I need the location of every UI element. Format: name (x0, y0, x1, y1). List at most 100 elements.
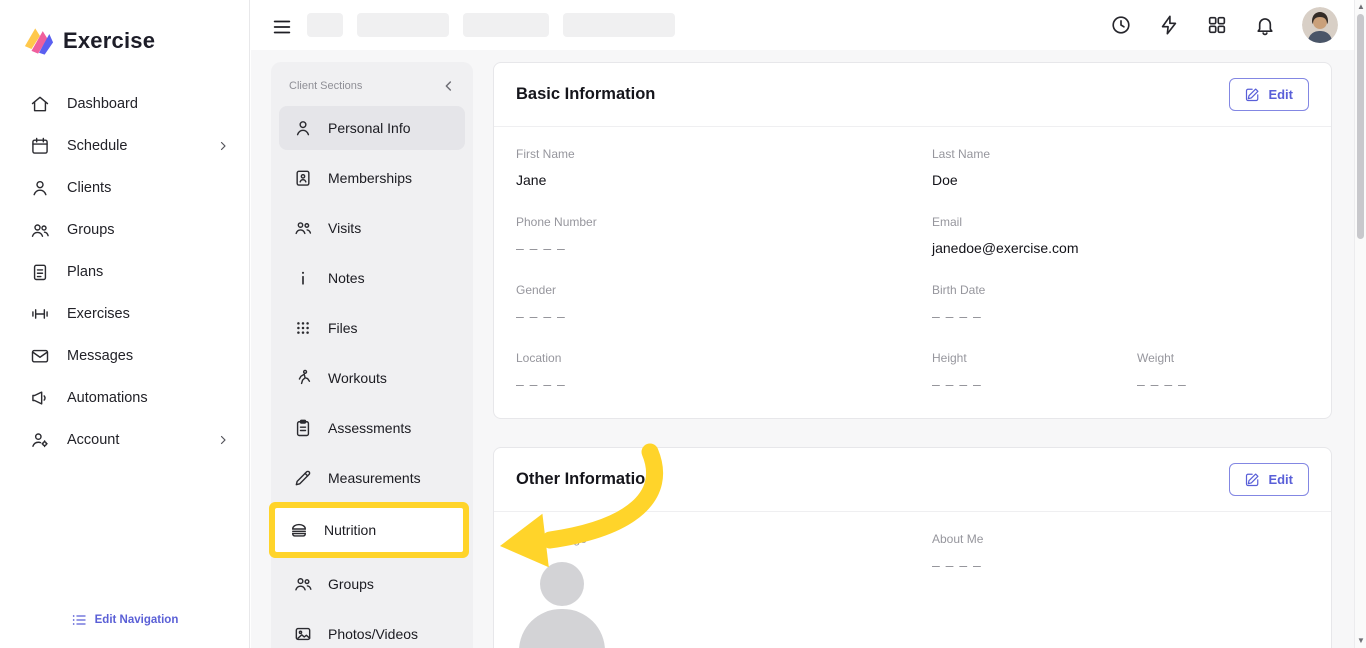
sidebar-item-messages[interactable]: Messages (0, 335, 249, 377)
section-item-nutrition[interactable]: Nutrition (275, 508, 463, 552)
edit-pencil-icon (1245, 87, 1260, 102)
other-information-card: Other Information Edit Profile Image Abo… (493, 447, 1332, 648)
chevron-left-icon (445, 81, 452, 91)
info-icon (293, 268, 313, 288)
card-title: Other Information (516, 470, 656, 488)
field-value: – – – – (932, 557, 982, 573)
section-item-measurements[interactable]: Measurements (279, 456, 465, 500)
skeleton-placeholder (307, 13, 343, 37)
sidebar-item-exercises[interactable]: Exercises (0, 293, 249, 335)
section-item-label: Groups (328, 576, 374, 592)
section-item-assessments[interactable]: Assessments (279, 406, 465, 450)
sidebar-item-label: Messages (67, 348, 134, 364)
sidebar-item-account[interactable]: Account (0, 419, 249, 461)
field-label: First Name (516, 147, 575, 161)
field-label: About Me (932, 532, 984, 546)
section-item-files[interactable]: Files (279, 306, 465, 350)
main-area: Client Sections Personal Info Membership… (251, 0, 1366, 648)
section-item-label: Visits (328, 220, 362, 236)
client-sections-title: Client Sections (289, 80, 363, 92)
sidebar-item-automations[interactable]: Automations (0, 377, 249, 419)
brand-logo-icon (24, 26, 54, 55)
edit-navigation-button[interactable]: Edit Navigation (0, 612, 249, 628)
mail-icon (30, 346, 50, 366)
field-label: Email (932, 215, 963, 229)
section-item-label: Notes (328, 270, 365, 286)
field-profile-image: Profile Image (516, 532, 932, 648)
quick-actions-button[interactable] (1158, 14, 1180, 36)
sidebar-item-clients[interactable]: Clients (0, 167, 249, 209)
field-location: Location – – – – (516, 351, 932, 392)
user-avatar[interactable] (1302, 7, 1338, 43)
calendar-icon (30, 136, 50, 156)
section-item-label: Measurements (328, 470, 421, 486)
menu-toggle-button[interactable] (271, 16, 293, 34)
edit-basic-information-button[interactable]: Edit (1229, 78, 1309, 111)
pencil-icon (293, 468, 313, 488)
main-sidebar: Exercise Dashboard Schedule Clients Grou… (0, 0, 250, 648)
section-item-memberships[interactable]: Memberships (279, 156, 465, 200)
clipboard-icon (30, 262, 50, 282)
section-item-label: Photos/Videos (328, 626, 419, 642)
field-value: – – – – (516, 376, 566, 392)
collapse-panel-button[interactable] (441, 78, 457, 94)
sidebar-item-schedule[interactable]: Schedule (0, 125, 249, 167)
scrollbar-up-arrow[interactable]: ▲ (1357, 3, 1365, 11)
card-title: Basic Information (516, 85, 656, 103)
dumbbell-icon (30, 304, 50, 324)
section-item-label: Assessments (328, 420, 412, 436)
person-icon (293, 118, 313, 138)
megaphone-icon (30, 388, 50, 408)
section-item-visits[interactable]: Visits (279, 206, 465, 250)
sidebar-item-label: Account (67, 432, 120, 448)
sidebar-item-dashboard[interactable]: Dashboard (0, 83, 249, 125)
sidebar-item-label: Automations (67, 390, 148, 406)
people-icon (30, 220, 50, 240)
field-value: – – – – (516, 308, 566, 324)
section-item-photos-videos[interactable]: Photos/Videos (279, 612, 465, 648)
field-about-me: About Me – – – – (932, 532, 1309, 648)
field-value: – – – – (1137, 376, 1187, 392)
field-first-name: First Name Jane (516, 147, 932, 188)
sidebar-item-plans[interactable]: Plans (0, 251, 249, 293)
runner-icon (293, 368, 313, 388)
sidebar-item-label: Schedule (67, 138, 128, 154)
section-item-groups[interactable]: Groups (279, 562, 465, 606)
field-phone-number: Phone Number – – – – (516, 215, 932, 256)
history-button[interactable] (1110, 14, 1132, 36)
bell-icon (1257, 18, 1273, 36)
topbar-actions (1110, 7, 1338, 43)
sidebar-item-groups[interactable]: Groups (0, 209, 249, 251)
field-weight: Weight – – – – (1137, 351, 1309, 392)
field-last-name: Last Name Doe (932, 147, 1309, 188)
notifications-button[interactable] (1254, 14, 1276, 36)
apps-button[interactable] (1206, 14, 1228, 36)
field-label: Last Name (932, 147, 991, 161)
client-sections-panel: Client Sections Personal Info Membership… (271, 62, 473, 648)
zap-icon (1161, 15, 1177, 35)
edit-button-label: Edit (1268, 87, 1293, 102)
topbar (251, 0, 1366, 50)
field-label: Gender (516, 283, 557, 297)
field-label: Height (932, 351, 967, 365)
sidebar-item-label: Plans (67, 264, 104, 280)
edit-other-information-button[interactable]: Edit (1229, 463, 1309, 496)
scrollbar-thumb[interactable] (1357, 14, 1364, 239)
field-value: – – – – (932, 308, 982, 324)
person-gear-icon (30, 430, 50, 450)
skeleton-placeholder (463, 13, 549, 37)
section-item-personal-info[interactable]: Personal Info (279, 106, 465, 150)
burger-icon (289, 520, 309, 540)
edit-navigation-label: Edit Navigation (94, 614, 179, 626)
section-item-label: Workouts (328, 370, 387, 386)
field-value: – – – – (516, 240, 566, 256)
field-label: Profile Image (516, 532, 587, 546)
field-value: janedoe@exercise.com (932, 240, 1079, 256)
brand-name: Exercise (63, 27, 156, 53)
section-item-workouts[interactable]: Workouts (279, 356, 465, 400)
clipboard-icon (293, 418, 313, 438)
scrollbar-down-arrow[interactable]: ▼ (1357, 637, 1365, 645)
section-item-notes[interactable]: Notes (279, 256, 465, 300)
cards-column: Basic Information Edit First Name Jane L… (493, 62, 1332, 648)
membership-card-icon (293, 168, 313, 188)
